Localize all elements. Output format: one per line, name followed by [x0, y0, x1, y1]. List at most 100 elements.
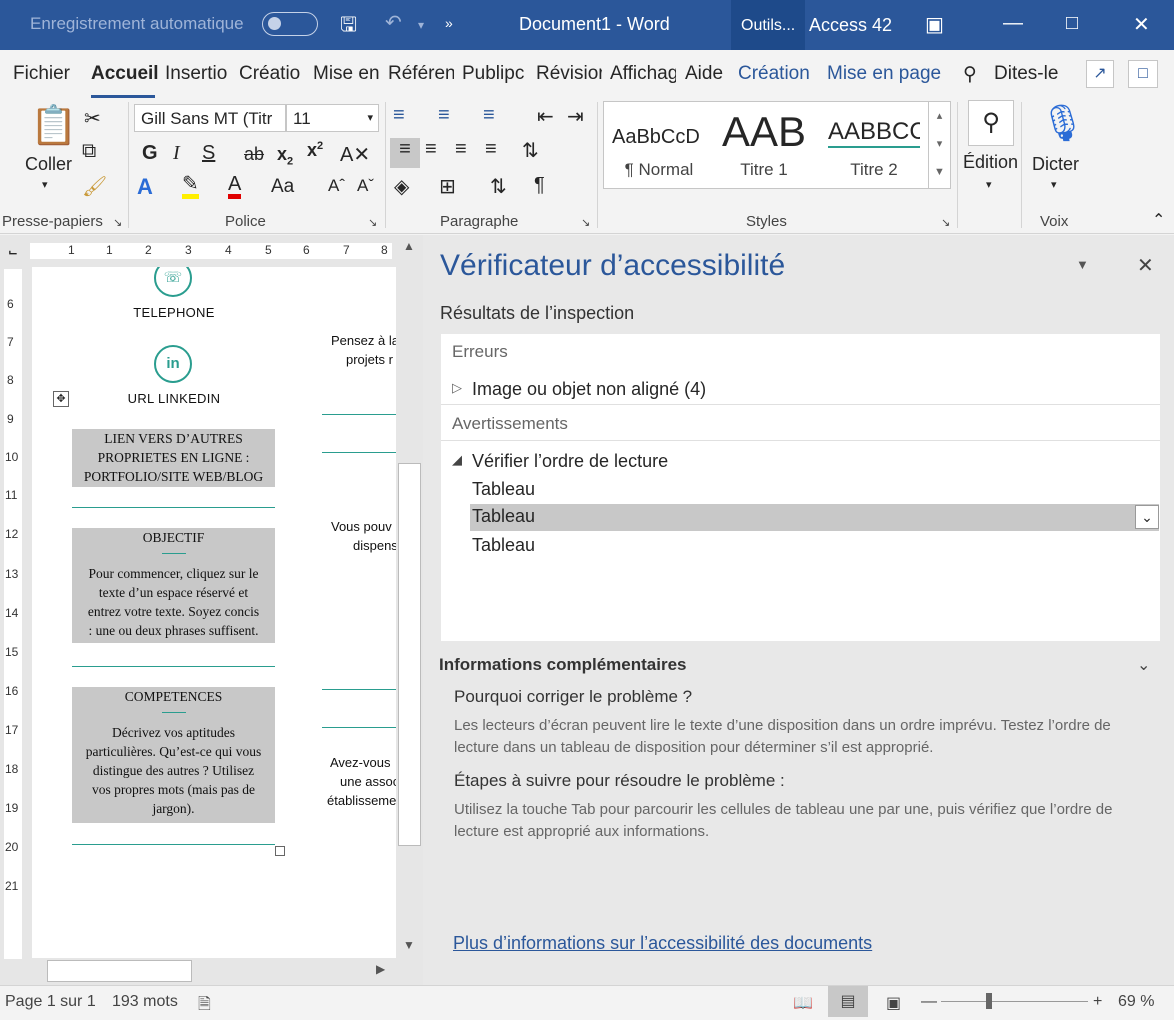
- expand-icon[interactable]: ▷: [452, 380, 462, 396]
- table-resize-handle[interactable]: [275, 846, 285, 856]
- highlight-icon[interactable]: ✎: [182, 174, 199, 199]
- tell-me-input[interactable]: Dites-le: [994, 63, 1058, 85]
- font-size-combo[interactable]: 11 ▾: [286, 104, 379, 132]
- increase-indent-icon[interactable]: ⇥: [567, 104, 584, 129]
- strikethrough-button[interactable]: ab: [244, 144, 264, 165]
- shading-icon[interactable]: ◈: [394, 174, 409, 199]
- change-case-button[interactable]: Aa: [271, 176, 294, 198]
- microphone-icon[interactable]: 🎙: [1040, 102, 1086, 144]
- scroll-up-icon[interactable]: ▲: [403, 239, 415, 253]
- style-normal[interactable]: AaBbCcD ¶ Normal: [604, 102, 714, 188]
- minimize-icon[interactable]: —: [1003, 12, 1023, 35]
- paste-icon[interactable]: 📋: [30, 104, 77, 148]
- scroll-right-icon[interactable]: ▶: [376, 962, 385, 976]
- more-info-header[interactable]: Informations complémentaires: [439, 655, 687, 675]
- dictate-button[interactable]: Dicter: [1032, 154, 1079, 175]
- multilevel-list-icon[interactable]: ≡: [483, 104, 495, 127]
- italic-button[interactable]: I: [173, 142, 180, 165]
- accessibility-info-link[interactable]: Plus d’informations sur l’accessibilité …: [453, 933, 872, 954]
- dictate-dropdown-icon[interactable]: ▾: [1051, 178, 1057, 191]
- style-titre-2[interactable]: AABBCC Titre 2: [826, 102, 922, 188]
- autosave-toggle[interactable]: [262, 12, 318, 36]
- grow-font-icon[interactable]: Aˆ: [328, 176, 345, 196]
- page-count[interactable]: Page 1 sur 1: [5, 993, 96, 1011]
- tab-mise-en-page[interactable]: Mise en: [313, 63, 381, 85]
- contextual-tab-outils[interactable]: Outils...: [731, 0, 805, 50]
- print-layout-icon[interactable]: ▤: [828, 986, 868, 1017]
- tab-aide[interactable]: Aide: [685, 63, 723, 85]
- justify-icon[interactable]: ≡: [485, 138, 497, 161]
- styles-launcher-icon[interactable]: ↘: [941, 216, 950, 229]
- superscript-icon[interactable]: x2: [307, 140, 323, 161]
- warning-subitem[interactable]: Tableau: [472, 479, 535, 500]
- collapse-ribbon-icon[interactable]: ⌃: [1152, 210, 1165, 230]
- format-painter-icon[interactable]: 🖌: [82, 174, 107, 199]
- vertical-scroll-thumb[interactable]: [398, 463, 421, 846]
- comments-icon[interactable]: □: [1128, 60, 1158, 88]
- maximize-icon[interactable]: □: [1066, 12, 1078, 35]
- share-icon[interactable]: ↗: [1086, 60, 1114, 88]
- tab-selector[interactable]: ⌙: [8, 245, 18, 259]
- collapse-icon[interactable]: ◢: [452, 452, 462, 468]
- web-layout-icon[interactable]: ▣: [886, 993, 901, 1013]
- numbering-icon[interactable]: ≡: [438, 104, 450, 127]
- undo-icon[interactable]: ↶: [385, 10, 402, 35]
- editing-button[interactable]: Édition: [963, 152, 1018, 173]
- text-effects-icon[interactable]: A: [137, 174, 153, 200]
- font-launcher-icon[interactable]: ↘: [368, 216, 377, 229]
- customize-qat-icon[interactable]: »: [445, 15, 453, 31]
- tab-affichage[interactable]: Affichag: [610, 63, 676, 85]
- style-titre-1[interactable]: AAB Titre 1: [714, 102, 814, 188]
- error-item[interactable]: Image ou objet non aligné (4): [472, 379, 706, 400]
- selected-subitem[interactable]: Tableau ⌄: [470, 504, 1159, 531]
- show-marks-button[interactable]: ¶: [534, 174, 545, 197]
- underline-button[interactable]: S: [202, 142, 215, 165]
- align-center-icon[interactable]: ≡: [425, 138, 437, 161]
- cut-icon[interactable]: ✂: [84, 106, 101, 131]
- tab-references[interactable]: Référen: [388, 63, 454, 85]
- table-move-handle-icon[interactable]: ✥: [53, 391, 69, 407]
- more-info-chevron-icon[interactable]: ⌄: [1137, 655, 1150, 675]
- zoom-in-icon[interactable]: +: [1093, 993, 1102, 1011]
- tab-table-mise-en-page[interactable]: Mise en page: [827, 63, 941, 85]
- zoom-out-icon[interactable]: —: [921, 993, 937, 1011]
- zoom-slider-thumb[interactable]: [986, 993, 992, 1009]
- shrink-font-icon[interactable]: Aˇ: [357, 176, 374, 196]
- close-window-icon[interactable]: ✕: [1133, 12, 1150, 37]
- find-icon[interactable]: ⚲: [968, 100, 1014, 146]
- font-color-icon[interactable]: A: [228, 174, 242, 199]
- tab-creation[interactable]: Créatio: [239, 63, 307, 85]
- word-count[interactable]: 193 mots: [112, 993, 178, 1011]
- paste-dropdown-icon[interactable]: ▾: [42, 178, 48, 191]
- tab-table-creation[interactable]: Création: [738, 63, 810, 85]
- read-mode-icon[interactable]: 📖: [793, 993, 813, 1013]
- zoom-level[interactable]: 69 %: [1118, 993, 1154, 1011]
- paragraph-launcher-icon[interactable]: ↘: [581, 216, 590, 229]
- user-name[interactable]: Access 42: [809, 15, 892, 36]
- clipboard-launcher-icon[interactable]: ↘: [113, 216, 122, 229]
- decrease-indent-icon[interactable]: ⇤: [537, 104, 554, 129]
- tab-publipostage[interactable]: Publipc: [462, 63, 529, 85]
- search-icon[interactable]: ⚲: [963, 63, 977, 86]
- pane-options-icon[interactable]: ▼: [1076, 257, 1089, 272]
- font-name-combo[interactable]: Gill Sans MT (Titr: [134, 104, 286, 132]
- tab-accueil[interactable]: Accueil: [91, 63, 159, 85]
- align-right-icon[interactable]: ≡: [455, 138, 467, 161]
- copy-icon[interactable]: ⧉: [82, 140, 96, 163]
- save-icon[interactable]: 🖫: [340, 10, 357, 44]
- undo-dropdown-icon[interactable]: ▾: [418, 18, 424, 32]
- subscript-icon[interactable]: x2: [277, 144, 293, 168]
- align-left-icon[interactable]: ≡: [390, 138, 420, 168]
- bold-button[interactable]: G: [142, 142, 158, 165]
- borders-icon[interactable]: ⊞: [439, 174, 456, 199]
- tab-revision[interactable]: Révisior: [536, 63, 602, 85]
- editing-dropdown-icon[interactable]: ▾: [986, 178, 992, 191]
- bullets-icon[interactable]: ≡: [393, 104, 405, 127]
- subitem-dropdown-icon[interactable]: ⌄: [1135, 505, 1159, 529]
- proofing-icon[interactable]: 🗎: [198, 993, 211, 1020]
- ribbon-display-icon[interactable]: ▣: [925, 12, 944, 37]
- scroll-down-icon[interactable]: ▼: [403, 938, 415, 952]
- zoom-slider[interactable]: [941, 1001, 1088, 1002]
- paste-label[interactable]: Coller: [25, 154, 72, 175]
- warning-subitem-selected[interactable]: Tableau: [472, 506, 535, 527]
